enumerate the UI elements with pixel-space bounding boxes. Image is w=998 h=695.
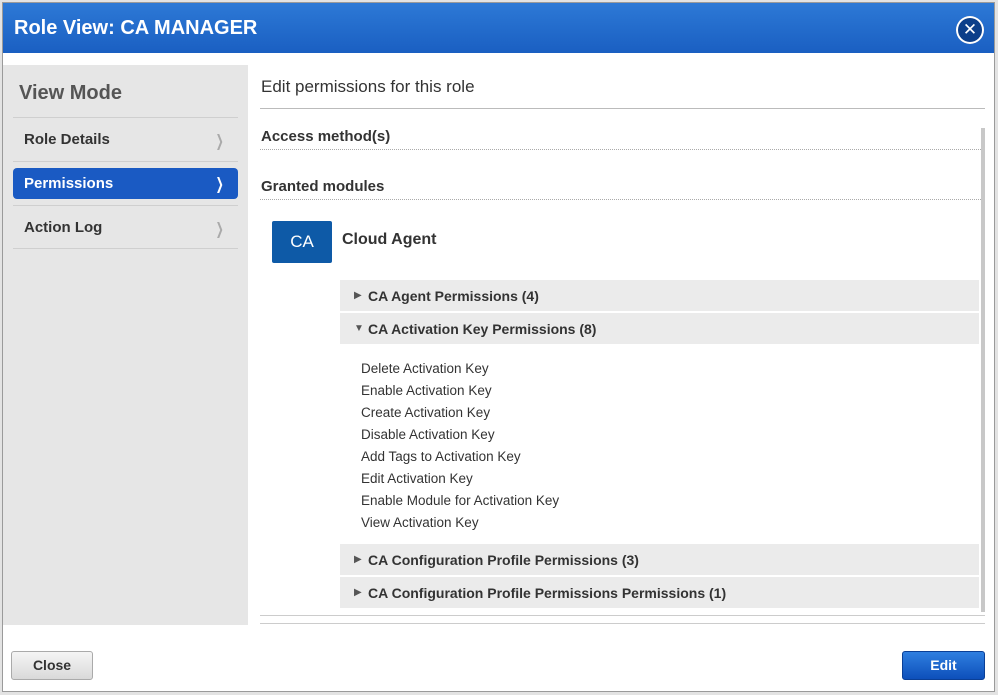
sidebar-item-label: Permissions xyxy=(24,175,114,192)
list-item: Delete Activation Key xyxy=(361,361,489,376)
list-item: Add Tags to Activation Key xyxy=(361,449,521,464)
list-item: Disable Activation Key xyxy=(361,427,495,442)
sidebar-item-action-log[interactable]: Action Log ❯ xyxy=(13,205,238,249)
module-cloud-agent: CA Cloud Agent xyxy=(260,221,985,265)
divider xyxy=(260,615,985,616)
permission-group-label: CA Activation Key Permissions (8) xyxy=(368,320,597,337)
granted-modules-heading: Granted modules xyxy=(260,150,981,200)
list-item: Enable Module for Activation Key xyxy=(361,493,560,508)
page-title: Edit permissions for this role xyxy=(260,65,985,109)
close-icon[interactable]: ✕ xyxy=(956,16,984,44)
view-mode-title: View Mode xyxy=(19,82,122,104)
edit-button[interactable]: Edit xyxy=(902,651,985,680)
permission-group-label: CA Configuration Profile Permissions Per… xyxy=(368,584,727,601)
role-view-dialog: Role View: CA MANAGER ✕ View Mode Role D… xyxy=(2,2,995,692)
permission-group-label: CA Configuration Profile Permissions (3) xyxy=(368,551,639,568)
access-methods-heading: Access method(s) xyxy=(260,110,981,150)
chevron-right-icon: ❯ xyxy=(215,221,224,238)
list-item: Edit Activation Key xyxy=(361,471,473,486)
list-item: View Activation Key xyxy=(361,515,479,530)
sidebar-item-label: Role Details xyxy=(24,131,110,148)
permission-group-ca-config-profile-permissions[interactable]: ▶ CA Configuration Profile Permissions P… xyxy=(340,577,979,608)
close-button[interactable]: Close xyxy=(11,651,93,680)
dialog-titlebar: Role View: CA MANAGER ✕ xyxy=(3,3,994,53)
permission-group-ca-activation-key[interactable]: ▼ CA Activation Key Permissions (8) xyxy=(340,313,979,344)
caret-down-icon: ▼ xyxy=(354,323,364,334)
scrollbar[interactable] xyxy=(981,128,985,612)
permissions-scroll-area[interactable]: Access method(s) Granted modules CA Clou… xyxy=(260,110,985,612)
caret-right-icon: ▶ xyxy=(354,554,362,565)
sidebar-item-label: Action Log xyxy=(24,218,103,236)
permission-group-ca-agent[interactable]: ▶ CA Agent Permissions (4) xyxy=(340,280,979,311)
list-item: Enable Activation Key xyxy=(361,383,492,398)
list-item: Create Activation Key xyxy=(361,405,491,420)
permission-list: Delete Activation Key Enable Activation … xyxy=(361,346,985,544)
sidebar-item-role-details[interactable]: Role Details ❯ xyxy=(13,117,238,161)
sidebar: View Mode Role Details ❯ Permissions ❯ A… xyxy=(3,65,248,625)
main-panel: Edit permissions for this role Access me… xyxy=(260,65,985,625)
chevron-right-icon: ❯ xyxy=(215,133,224,150)
permission-group-ca-config-profile[interactable]: ▶ CA Configuration Profile Permissions (… xyxy=(340,544,979,575)
caret-right-icon: ▶ xyxy=(354,290,362,301)
module-name: Cloud Agent xyxy=(342,231,437,248)
sidebar-item-permissions[interactable]: Permissions ❯ xyxy=(13,168,238,199)
permission-group-label: CA Agent Permissions (4) xyxy=(368,287,539,304)
dialog-title: Role View: CA MANAGER xyxy=(14,16,258,39)
chevron-right-icon: ❯ xyxy=(215,176,224,193)
module-badge: CA xyxy=(272,221,332,263)
divider xyxy=(260,623,985,624)
caret-right-icon: ▶ xyxy=(354,587,362,598)
